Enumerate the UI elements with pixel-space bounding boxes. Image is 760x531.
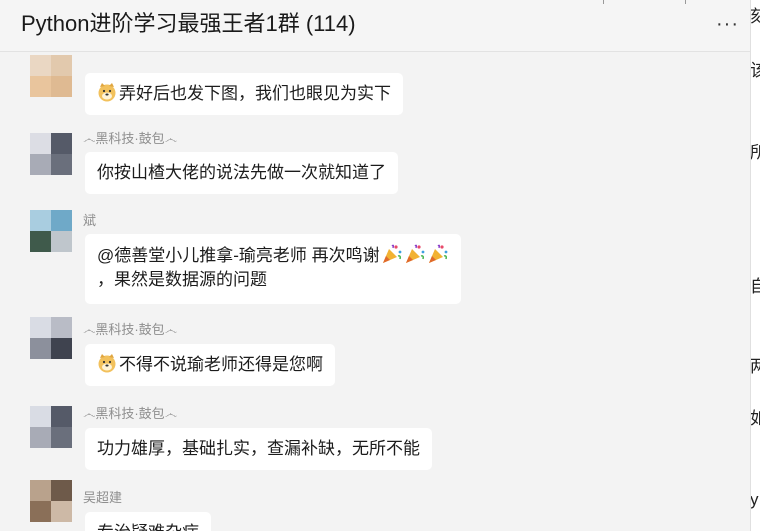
sender-name: 斌 bbox=[83, 213, 97, 228]
chat-window: Python进阶学习最强王者1群 (114) ··· 弄好后也发下图，我们也眼见… bbox=[0, 0, 760, 531]
more-dots-icon[interactable]: ··· bbox=[716, 14, 742, 36]
avatar[interactable] bbox=[30, 55, 72, 97]
message-bubble[interactable]: 弄好后也发下图，我们也眼见为实下 bbox=[85, 73, 403, 115]
message-list[interactable]: 弄好后也发下图，我们也眼见为实下 ෴黑科技·鼓包෴ 你按山楂大佬的说法先做一次就… bbox=[0, 52, 750, 531]
message-bubble[interactable]: 你按山楂大佬的说法先做一次就知道了 bbox=[85, 152, 398, 194]
pane-text: 如 bbox=[751, 404, 760, 429]
pane-text: 自 bbox=[751, 272, 760, 297]
avatar[interactable] bbox=[30, 406, 72, 448]
sender-name: 吴超建 bbox=[83, 490, 123, 505]
message-text: 功力雄厚，基础扎实，查漏补缺，无所不能 bbox=[97, 439, 420, 458]
avatar[interactable] bbox=[30, 317, 72, 359]
party-popper-icon bbox=[382, 244, 402, 263]
pane-text: 该 bbox=[751, 56, 760, 81]
doge-face-icon bbox=[98, 83, 116, 102]
message-bubble[interactable]: 功力雄厚，基础扎实，查漏补缺，无所不能 bbox=[85, 428, 432, 470]
window-control-edge bbox=[685, 0, 686, 4]
message-bubble[interactable]: 专治疑难杂症 bbox=[85, 512, 211, 531]
pane-text: 两 bbox=[751, 352, 760, 377]
message-text: 弄好后也发下图，我们也眼见为实下 bbox=[119, 84, 391, 103]
message-bubble[interactable]: @德善堂小儿推拿-瑜亮老师 再次鸣谢 ，果然是数据源的问题 bbox=[85, 234, 461, 304]
pane-text: y bbox=[750, 490, 759, 509]
message-text: 专治疑难杂症 bbox=[97, 523, 199, 531]
avatar[interactable] bbox=[30, 133, 72, 175]
message-text: @德善堂小儿推拿-瑜亮老师 再次鸣谢 bbox=[97, 246, 380, 265]
pane-text: 所 bbox=[751, 138, 760, 163]
message-line: ，果然是数据源的问题 bbox=[97, 270, 267, 289]
sender-name: ෴黑科技·鼓包෴ bbox=[83, 131, 177, 146]
sender-name: ෴黑科技·鼓包෴ bbox=[83, 322, 177, 337]
message-bubble[interactable]: 不得不说瑜老师还得是您啊 bbox=[85, 344, 335, 386]
message-text: 你按山楂大佬的说法先做一次就知道了 bbox=[97, 163, 386, 182]
chat-title: Python进阶学习最强王者1群 (114) bbox=[21, 11, 356, 36]
party-popper-icon bbox=[405, 244, 425, 263]
sender-name: ෴黑科技·鼓包෴ bbox=[83, 406, 177, 421]
party-popper-icon bbox=[428, 244, 448, 263]
message-text: 不得不说瑜老师还得是您啊 bbox=[119, 355, 323, 374]
message-line: @德善堂小儿推拿-瑜亮老师 再次鸣谢 bbox=[97, 243, 449, 268]
window-control-edge bbox=[603, 0, 604, 4]
avatar[interactable] bbox=[30, 480, 72, 522]
chat-header: Python进阶学习最强王者1群 (114) ··· bbox=[0, 0, 750, 52]
avatar[interactable] bbox=[30, 210, 72, 252]
adjacent-pane: 刻 该 所 自 两 如 y bbox=[750, 0, 760, 531]
doge-face-icon bbox=[98, 354, 116, 373]
pane-text: 刻 bbox=[751, 2, 760, 27]
